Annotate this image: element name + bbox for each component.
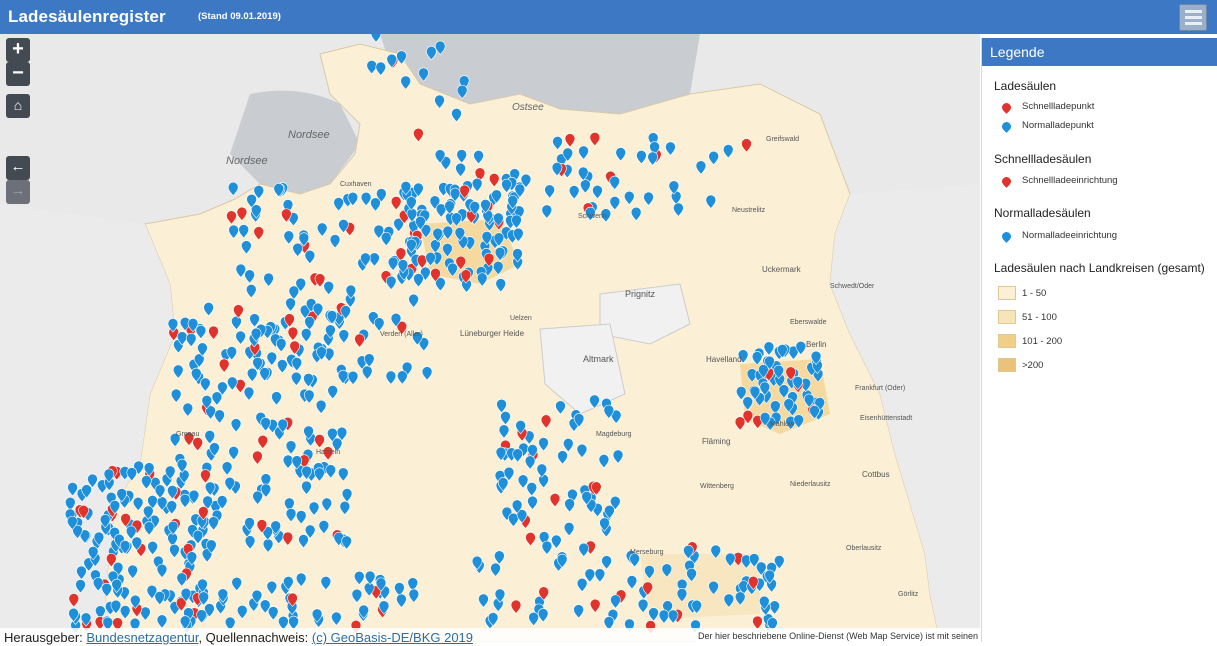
legend-swatch	[998, 358, 1016, 372]
back-button[interactable]: ←	[6, 156, 30, 180]
fast-charger-pin-icon	[1000, 175, 1013, 188]
map-place-label: Schwedt/Oder	[830, 283, 875, 290]
legend-swatch	[998, 310, 1016, 324]
legend-section-title: Normalladesäulen	[994, 206, 1091, 220]
map-place-label: Uelzen	[510, 315, 532, 322]
attribution-prefix: Herausgeber:	[4, 630, 87, 645]
map-place-label: Cottbus	[862, 470, 890, 479]
app-title: Ladesäulenregister	[8, 7, 166, 26]
app-header: Ladesäulenregister (Stand 09.01.2019)	[0, 0, 1217, 34]
map-place-label: Cuxhaven	[340, 181, 372, 188]
map-place-label: Frankfurt (Oder)	[855, 385, 905, 392]
legend-panel: Legende Ladesäulen Schnellladepunkt Norm…	[981, 38, 1217, 642]
layer-list-icon	[1185, 16, 1202, 19]
service-notice: Der hier beschriebene Online-Dienst (Web…	[696, 630, 980, 642]
map-place-label: Fläming	[702, 437, 730, 446]
layer-list-button[interactable]	[1179, 4, 1207, 31]
map-place-label: Merseburg	[630, 549, 664, 556]
legend-class-label: 1 - 50	[1022, 288, 1047, 299]
map-place-label: Neustrelitz	[732, 207, 766, 214]
map-view[interactable]: Nordsee Nordsee Ostsee Prignitz Altmark Lüneb…	[0, 34, 980, 642]
legend-section-title: Ladesäulen nach Landkreisen (gesamt)	[994, 261, 1205, 275]
legend-item-label: Schnellladepunkt	[1022, 101, 1095, 112]
legend-swatch	[998, 286, 1016, 300]
home-button[interactable]: ⌂	[6, 94, 30, 118]
map-place-label: Prignitz	[625, 289, 656, 299]
legend-swatch	[998, 334, 1016, 348]
map-place-label: Eisenhüttenstadt	[860, 415, 912, 422]
map-place-label: Eberswalde	[790, 319, 827, 326]
zoom-in-button[interactable]: +	[6, 38, 30, 62]
map-place-label: Görlitz	[898, 591, 919, 598]
map-place-label: Niederlausitz	[790, 481, 831, 488]
map-canvas[interactable]: Nordsee Nordsee Ostsee Prignitz Altmark Lüneb…	[0, 34, 980, 642]
legend-section-title: Schnellladesäulen	[994, 152, 1092, 166]
map-place-label: Nordsee	[288, 129, 330, 141]
map-place-label: Ostsee	[512, 102, 544, 113]
legend-title: Legende	[982, 38, 1217, 66]
legend-item-label: Normalladepunkt	[1022, 120, 1094, 131]
map-place-label: Gronau	[176, 431, 199, 438]
attribution-text: Herausgeber: Bundesnetzagentur, Quellenn…	[4, 630, 473, 645]
map-place-label: Greifswald	[766, 136, 799, 143]
map-place-label: Berlin	[806, 340, 826, 349]
map-place-label: Verden (Aller)	[380, 331, 423, 338]
attribution-middle: , Quellennachweis:	[198, 630, 312, 645]
data-date: (Stand 09.01.2019)	[198, 11, 281, 22]
forward-button[interactable]: →	[6, 180, 30, 204]
legend-class-label: 101 - 200	[1022, 336, 1063, 347]
map-place-label: Lüneburger Heide	[460, 329, 525, 338]
map-place-label: Magdeburg	[596, 431, 632, 438]
zoom-out-button[interactable]: −	[6, 62, 30, 86]
normal-charger-pin-icon	[1000, 230, 1013, 243]
legend-class-label: 51 - 100	[1022, 312, 1057, 323]
map-place-label: Wittenberg	[700, 483, 734, 490]
normal-charger-pin-icon	[1000, 120, 1013, 133]
publisher-link[interactable]: Bundesnetzagentur	[86, 630, 198, 645]
source-link[interactable]: (c) GeoBasis-DE/BKG 2019	[312, 630, 473, 645]
legend-class-label: >200	[1022, 360, 1044, 371]
map-place-label: Oberlausitz	[846, 545, 882, 552]
legend-item-label: Normalladeeinrichtung	[1022, 230, 1118, 241]
fast-charger-pin-icon	[1000, 101, 1013, 114]
map-place-label: Mahlow	[770, 421, 795, 428]
map-place-label: Hameln	[316, 449, 340, 456]
map-place-label: Havelland	[706, 355, 742, 364]
map-place-label: Nordsee	[226, 155, 268, 167]
legend-item-label: Schnellladeeinrichtung	[1022, 175, 1118, 186]
map-place-label: Schwerin	[578, 213, 607, 220]
layer-list-icon	[1185, 22, 1202, 25]
map-place-label: Altmark	[583, 354, 614, 364]
layer-list-icon	[1185, 10, 1202, 13]
home-icon: ⌂	[13, 97, 23, 113]
attribution-bar: Herausgeber: Bundesnetzagentur, Quellenn…	[0, 628, 980, 646]
map-place-label: Uckermark	[762, 265, 802, 274]
legend-section-title: Ladesäulen	[994, 79, 1057, 93]
